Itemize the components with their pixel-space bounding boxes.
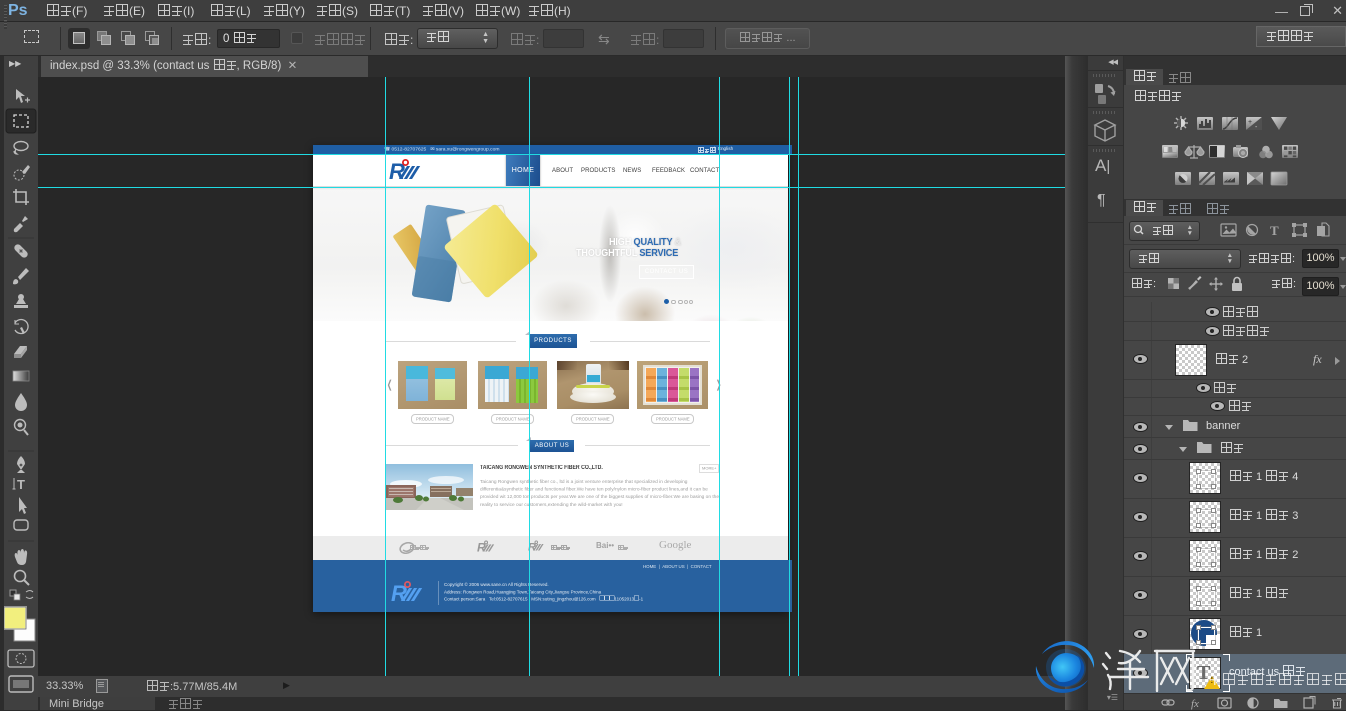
svg-text:T: T xyxy=(1270,223,1279,238)
svg-text:T: T xyxy=(17,477,25,492)
svg-text:+: + xyxy=(1248,119,1252,126)
svg-text:▶▶: ▶▶ xyxy=(9,59,22,68)
svg-text:fx: fx xyxy=(1191,698,1199,710)
